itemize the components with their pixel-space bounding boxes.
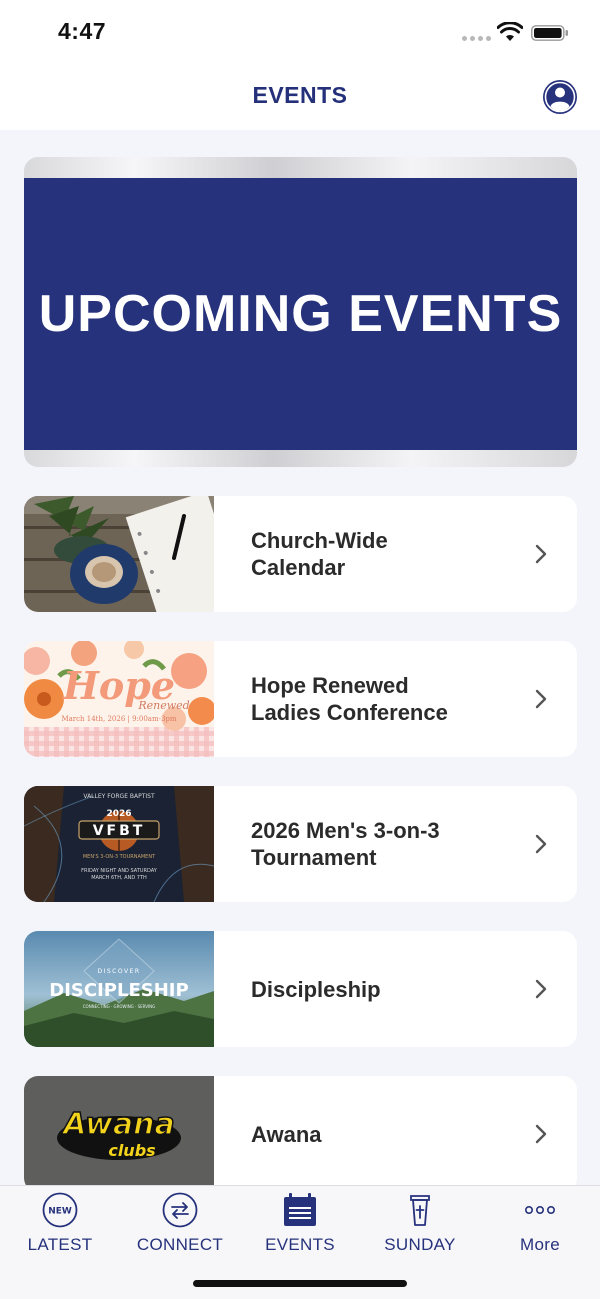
discipleship-thumbnail: DISCOVER DISCIPLESHIP CONNECTING · GROWI…: [24, 931, 214, 1047]
svg-text:DISCOVER: DISCOVER: [97, 968, 140, 975]
chevron-right-icon: [535, 979, 547, 999]
event-card-awana[interactable]: Awana clubs Awana: [24, 1076, 577, 1185]
chevron-right-icon: [535, 689, 547, 709]
chevron-right-icon: [535, 834, 547, 854]
event-card-church-wide-calendar[interactable]: Church-Wide Calendar: [24, 496, 577, 612]
svg-text:FRIDAY NIGHT AND SATURDAY: FRIDAY NIGHT AND SATURDAY: [81, 868, 158, 874]
calendar-thumbnail: [24, 496, 214, 612]
status-time: 4:47: [58, 18, 107, 44]
event-title: Awana: [251, 1121, 322, 1147]
wifi-icon: [497, 22, 523, 41]
battery-icon: [531, 25, 568, 41]
svg-text:Awana: Awana: [61, 1107, 174, 1142]
svg-text:VALLEY FORGE BAPTIST: VALLEY FORGE BAPTIST: [83, 793, 155, 800]
banner-text: UPCOMING EVENTS: [38, 285, 563, 343]
tab-events[interactable]: EVENTS: [240, 1186, 360, 1266]
tab-label: EVENTS: [265, 1235, 335, 1254]
tab-label: LATEST: [27, 1235, 93, 1254]
tab-connect[interactable]: CONNECT: [120, 1186, 240, 1266]
page-title: EVENTS: [252, 82, 348, 108]
tab-label: More: [520, 1235, 560, 1254]
svg-text:NEW: NEW: [48, 1207, 72, 1217]
svg-text:MEN'S 3-ON-3 TOURNAMENT: MEN'S 3-ON-3 TOURNAMENT: [83, 854, 156, 860]
home-indicator: [193, 1280, 407, 1287]
event-title: Church-Wide Calendar: [251, 528, 388, 580]
event-title: Discipleship: [251, 976, 381, 1002]
cellular-signal-icon: [462, 36, 491, 41]
events-screen: 4:47 EVENTS UPCOMING EVENTS Church-Wide …: [0, 0, 600, 1299]
event-title: 2026 Men's 3-on-3 Tournament: [251, 818, 440, 870]
svg-text:March 14th, 2026 | 9:00am-3pm: March 14th, 2026 | 9:00am-3pm: [61, 715, 176, 723]
tab-label: SUNDAY: [384, 1235, 456, 1254]
svg-text:2026: 2026: [106, 809, 131, 819]
tab-latest[interactable]: NEW LATEST: [0, 1186, 120, 1266]
tab-more[interactable]: More: [480, 1186, 600, 1266]
svg-text:clubs: clubs: [108, 1141, 155, 1160]
awana-thumbnail: Awana clubs: [24, 1076, 214, 1185]
chevron-right-icon: [535, 544, 547, 564]
chevron-right-icon: [535, 1124, 547, 1144]
profile-icon[interactable]: [542, 79, 578, 115]
tab-sunday[interactable]: SUNDAY: [360, 1186, 480, 1266]
hope-renewed-thumbnail: Hope Renewed March 14th, 2026 | 9:00am-3…: [24, 641, 214, 757]
nav-header: EVENTS: [0, 62, 600, 130]
svg-text:MARCH 6TH, AND 7TH: MARCH 6TH, AND 7TH: [91, 875, 147, 881]
new-badge-icon: NEW: [42, 1192, 78, 1228]
banner-inner: UPCOMING EVENTS: [24, 178, 577, 450]
upcoming-events-banner[interactable]: UPCOMING EVENTS: [24, 157, 577, 467]
event-title: Hope Renewed Ladies Conference: [251, 673, 448, 725]
event-card-hope-renewed[interactable]: Hope Renewed March 14th, 2026 | 9:00am-3…: [24, 641, 577, 757]
pulpit-icon: [410, 1195, 430, 1226]
svg-text:CONNECTING · GROWING · SERVING: CONNECTING · GROWING · SERVING: [83, 1004, 155, 1009]
event-card-discipleship[interactable]: DISCOVER DISCIPLESHIP CONNECTING · GROWI…: [24, 931, 577, 1047]
svg-text:DISCIPLESHIP: DISCIPLESHIP: [49, 980, 188, 1001]
tab-label: CONNECT: [136, 1235, 224, 1254]
svg-text:VFBT: VFBT: [93, 823, 146, 839]
vfbt-tournament-thumbnail: VALLEY FORGE BAPTIST 2026 VFBT MEN'S 3-O…: [24, 786, 214, 902]
svg-text:Renewed: Renewed: [137, 699, 189, 712]
status-bar: 4:47: [0, 0, 600, 62]
events-list-icon: [284, 1193, 316, 1226]
connect-arrows-icon: [162, 1192, 198, 1228]
event-card-mens-tournament[interactable]: VALLEY FORGE BAPTIST 2026 VFBT MEN'S 3-O…: [24, 786, 577, 902]
events-list: UPCOMING EVENTS Church-Wide Calendar Hop…: [0, 130, 600, 1185]
more-dots-icon: [524, 1206, 555, 1215]
